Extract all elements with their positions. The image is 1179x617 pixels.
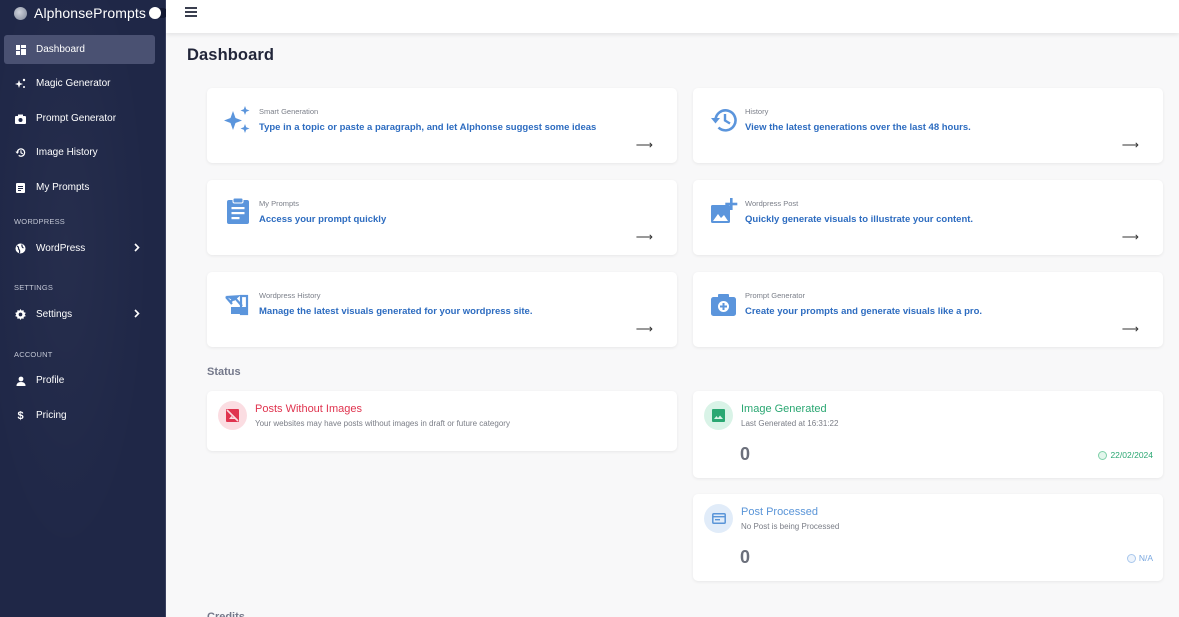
next-section-title: Credits	[207, 611, 245, 617]
brand: AlphonsePrompts	[0, 0, 169, 26]
status-title: Post Processed	[741, 506, 819, 518]
gear-icon	[15, 309, 26, 320]
image-history-icon	[223, 289, 253, 319]
topbar	[166, 0, 1179, 33]
status-date: 22/02/2024	[1098, 450, 1153, 460]
status-count: 0	[740, 547, 751, 567]
sidebar-item-prompt-generator[interactable]: Prompt Generator	[4, 104, 155, 133]
section-label-settings: SETTINGS	[14, 283, 54, 292]
feature-description[interactable]: Access your prompt quickly	[259, 214, 386, 225]
feature-card-smart-generation[interactable]: Smart Generation Type in a topic or past…	[207, 88, 677, 163]
feature-label: Prompt Generator	[745, 291, 806, 300]
feature-description[interactable]: Manage the latest visuals generated for …	[259, 306, 532, 317]
sidebar-item-label: Profile	[36, 375, 65, 386]
feature-description[interactable]: Quickly generate visuals to illustrate y…	[745, 214, 973, 225]
clipboard-icon	[15, 182, 26, 193]
camera-plus-icon	[709, 289, 739, 319]
sidebar-item-profile[interactable]: Profile	[4, 366, 155, 395]
status-title: Image Generated	[741, 403, 827, 415]
status-title: Posts Without Images	[255, 403, 362, 415]
sidebar-item-magic-generator[interactable]: Magic Generator	[4, 69, 155, 98]
feature-label: Smart Generation	[259, 107, 319, 116]
status-date: N/A	[1126, 553, 1153, 563]
no-image-icon	[218, 401, 247, 430]
calendar-icon	[1126, 553, 1136, 563]
sidebar-item-dashboard[interactable]: Dashboard	[4, 35, 155, 64]
feature-label: History	[745, 107, 769, 116]
status-subtitle: Your websites may have posts without ima…	[255, 419, 510, 428]
feature-description[interactable]: Type in a topic or paste a paragraph, an…	[259, 122, 596, 133]
status-subtitle: Last Generated at 16:31:22	[741, 419, 839, 428]
feature-card-wordpress-history[interactable]: Wordpress History Manage the latest visu…	[207, 272, 677, 347]
arrow-right-icon[interactable]: ⟶	[636, 322, 653, 336]
arrow-right-icon[interactable]: ⟶	[636, 138, 653, 152]
brand-logo-icon	[14, 6, 27, 20]
sidebar-item-label: Settings	[36, 309, 73, 320]
feature-card-my-prompts[interactable]: My Prompts Access your prompt quickly ⟶	[207, 180, 677, 255]
feature-label: Wordpress History	[259, 291, 321, 300]
arrow-right-icon[interactable]: ⟶	[1122, 230, 1139, 244]
sidebar-item-settings[interactable]: Settings	[4, 300, 155, 329]
user-icon	[15, 375, 26, 386]
globe-icon	[15, 243, 26, 254]
feature-label: My Prompts	[259, 199, 300, 208]
sidebar-item-image-history[interactable]: Image History	[4, 138, 155, 167]
chevron-right-icon	[134, 309, 140, 321]
history-icon	[15, 147, 26, 158]
sidebar-item-label: Prompt Generator	[36, 113, 117, 124]
sparkles-icon	[15, 78, 26, 89]
status-section-title: Status	[207, 366, 241, 378]
calendar-icon	[1098, 450, 1108, 460]
status-card-posts-without-images: Posts Without Images Your websites may h…	[207, 391, 677, 451]
sidebar-item-label: My Prompts	[36, 182, 90, 193]
clipboard-icon	[223, 197, 253, 227]
status-subtitle: No Post is being Processed	[741, 522, 840, 531]
history-icon	[709, 105, 739, 135]
sidebar-item-label: Image History	[36, 147, 98, 158]
feature-description[interactable]: View the latest generations over the las…	[745, 122, 971, 133]
brand-name: AlphonsePrompts	[34, 5, 147, 21]
status-date-value: 22/02/2024	[1110, 450, 1153, 460]
section-label-wordpress: WORDPRESS	[14, 217, 65, 226]
status-count: 0	[740, 444, 751, 464]
image-icon	[704, 401, 733, 430]
chevron-right-icon	[134, 243, 140, 255]
feature-description[interactable]: Create your prompts and generate visuals…	[745, 306, 982, 317]
sidebar-item-pricing[interactable]: $ Pricing	[4, 401, 155, 430]
arrow-right-icon[interactable]: ⟶	[636, 230, 653, 244]
sparkles-icon	[223, 105, 253, 135]
sidebar-item-label: Magic Generator	[36, 78, 111, 89]
add-image-icon	[709, 197, 739, 227]
section-label-account: ACCOUNT	[14, 350, 53, 359]
feature-label: Wordpress Post	[745, 199, 799, 208]
post-icon	[704, 504, 733, 533]
feature-card-wordpress-post[interactable]: Wordpress Post Quickly generate visuals …	[693, 180, 1163, 255]
sidebar-item-wordpress[interactable]: WordPress	[4, 234, 155, 263]
camera-icon	[15, 113, 26, 124]
menu-toggle-icon[interactable]	[185, 7, 197, 17]
arrow-right-icon[interactable]: ⟶	[1122, 138, 1139, 152]
status-card-image-generated: Image Generated Last Generated at 16:31:…	[693, 391, 1163, 478]
sidebar-item-my-prompts[interactable]: My Prompts	[4, 173, 155, 202]
sidebar-item-label: WordPress	[36, 243, 86, 254]
sidebar: AlphonsePrompts Dashboard Magic Generato…	[0, 0, 169, 617]
feature-card-history[interactable]: History View the latest generations over…	[693, 88, 1163, 163]
feature-card-prompt-generator[interactable]: Prompt Generator Create your prompts and…	[693, 272, 1163, 347]
dashboard-icon	[15, 44, 26, 55]
sidebar-item-label: Pricing	[36, 410, 67, 421]
page-title: Dashboard	[187, 46, 275, 64]
dollar-icon: $	[17, 409, 24, 422]
arrow-right-icon[interactable]: ⟶	[1122, 322, 1139, 336]
status-card-post-processed: Post Processed No Post is being Processe…	[693, 494, 1163, 581]
sidebar-item-label: Dashboard	[36, 44, 85, 55]
status-date-value: N/A	[1138, 553, 1153, 563]
